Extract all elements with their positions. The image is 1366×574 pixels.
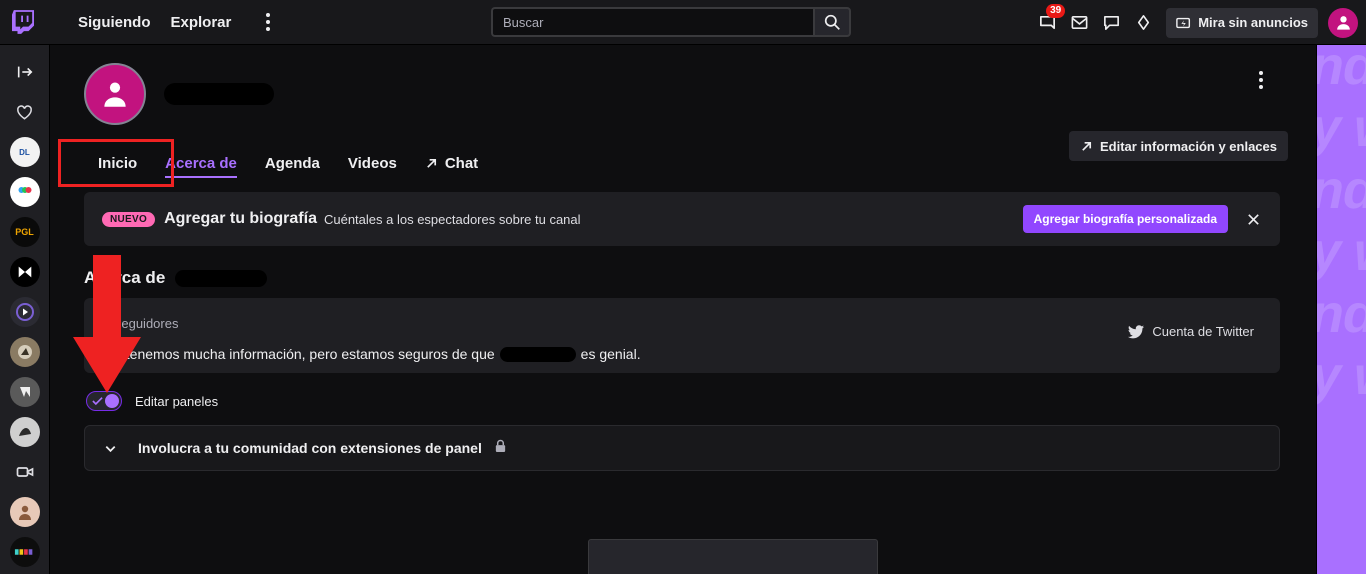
- search-icon[interactable]: [813, 7, 851, 37]
- about-heading: Acerca de: [84, 268, 1280, 288]
- sidebar-channel-avatar-7[interactable]: [9, 377, 40, 407]
- lock-icon: [494, 439, 507, 458]
- notification-badge: 39: [1046, 3, 1066, 18]
- extensions-panel-collapsible[interactable]: Involucra a tu comunidad con extensiones…: [84, 425, 1280, 471]
- about-card: 0 seguidores No tenemos mucha informació…: [84, 298, 1280, 373]
- edit-panels-toggle[interactable]: [86, 391, 122, 411]
- sidebar-channel-avatar-10[interactable]: [9, 537, 40, 567]
- panel-placeholder-box: [588, 539, 878, 574]
- external-link-icon: [427, 158, 436, 168]
- left-sidebar: DL PGL: [0, 45, 50, 574]
- followers-count-row: 0 seguidores: [104, 316, 1260, 331]
- inbox-icon[interactable]: [1064, 8, 1094, 38]
- tab-videos[interactable]: Videos: [334, 147, 411, 184]
- twitter-icon: [1128, 324, 1145, 338]
- profile-more-options-icon[interactable]: [1248, 67, 1274, 93]
- sidebar-channel-avatar-2[interactable]: [9, 177, 40, 207]
- whispers-icon[interactable]: [1096, 8, 1126, 38]
- tab-chat-label: Chat: [444, 155, 479, 172]
- right-purple-panel: nd oly wa nd oly wa nd oly wa: [1316, 45, 1366, 574]
- nav-link-explorar[interactable]: Explorar: [161, 9, 242, 36]
- twitch-channel-page: Siguiendo Explorar 39: [0, 0, 1366, 574]
- sidebar-channel-avatar-4[interactable]: [9, 257, 40, 287]
- add-bio-banner: NUEVO Agregar tu biografía Cuéntales a l…: [84, 192, 1280, 246]
- tab-acerca-de[interactable]: Acerca de: [151, 147, 251, 184]
- sidebar-channel-avatar-5[interactable]: [9, 297, 40, 327]
- profile-username-redacted: [164, 83, 274, 105]
- edit-info-links-button[interactable]: Editar información y enlaces: [1068, 131, 1288, 161]
- bio-banner-title: Agregar tu biografía: [164, 210, 317, 227]
- sidebar-channel-avatar-6[interactable]: [9, 337, 40, 367]
- expand-sidebar-icon[interactable]: [10, 57, 40, 87]
- notifications-icon[interactable]: 39: [1032, 3, 1066, 38]
- top-navigation-bar: Siguiendo Explorar 39: [0, 0, 1366, 45]
- edit-info-label: Editar información y enlaces: [1099, 138, 1277, 154]
- about-description-after: es genial.: [580, 346, 641, 362]
- turbo-ad-free-button[interactable]: Mira sin anuncios: [1166, 7, 1318, 38]
- turbo-icon: [1176, 17, 1191, 28]
- twitter-link-label: Cuenta de Twitter: [1152, 324, 1254, 339]
- nav-more-kebab-icon[interactable]: [253, 7, 283, 37]
- sidebar-channel-avatar-9[interactable]: [9, 497, 40, 527]
- nuevo-badge: NUEVO: [102, 211, 156, 227]
- add-custom-bio-button[interactable]: Agregar biografía personalizada: [1022, 205, 1228, 233]
- main-content: Inicio Acerca de Agenda Videos Chat Edit…: [50, 45, 1316, 574]
- edit-panels-row: Editar paneles: [86, 391, 1280, 411]
- right-panel-text: nd oly wa nd oly wa nd oly wa: [1317, 45, 1366, 407]
- profile-avatar[interactable]: [84, 63, 146, 125]
- tab-inicio[interactable]: Inicio: [84, 147, 151, 184]
- about-section: NUEVO Agregar tu biografía Cuéntales a l…: [50, 192, 1316, 471]
- external-link-icon: [1082, 141, 1092, 151]
- about-description-before: No tenemos mucha información, pero estam…: [104, 346, 495, 362]
- heart-icon[interactable]: [10, 97, 40, 127]
- profile-header: [50, 45, 1316, 125]
- tab-agenda[interactable]: Agenda: [251, 147, 334, 184]
- account-avatar[interactable]: [1328, 7, 1358, 38]
- tab-chat[interactable]: Chat: [411, 147, 492, 184]
- followers-label: seguidores: [114, 316, 179, 331]
- twitch-logo-icon[interactable]: [12, 10, 35, 34]
- followers-count: 0: [104, 316, 112, 331]
- prime-loot-icon[interactable]: [1128, 8, 1158, 38]
- edit-panels-label: Editar paneles: [135, 393, 219, 409]
- about-heading-text: Acerca de: [84, 268, 166, 287]
- search-container: [491, 7, 851, 37]
- sidebar-channel-avatar-3[interactable]: PGL: [9, 217, 40, 247]
- twitter-account-link[interactable]: Cuenta de Twitter: [1128, 324, 1254, 339]
- sidebar-channel-avatar-1[interactable]: DL: [9, 137, 40, 167]
- extensions-panel-title: Involucra a tu comunidad con extensiones…: [138, 440, 482, 456]
- check-icon: [92, 397, 103, 406]
- video-camera-icon[interactable]: [10, 457, 40, 487]
- sidebar-channel-avatar-8[interactable]: [9, 417, 40, 447]
- chevron-down-icon: [105, 445, 116, 452]
- search-input[interactable]: [491, 7, 813, 37]
- about-inline-username-redacted: [499, 346, 576, 362]
- toggle-knob: [105, 394, 119, 408]
- top-right-actions: 39 Mira sin anuncios: [1032, 0, 1358, 45]
- about-description: No tenemos mucha información, pero estam…: [104, 346, 1260, 362]
- bio-banner-subtitle: Cuéntales a los espectadores sobre tu ca…: [323, 211, 581, 227]
- about-username-redacted: [175, 269, 268, 287]
- nav-link-siguiendo[interactable]: Siguiendo: [68, 9, 161, 36]
- close-icon[interactable]: [1240, 206, 1266, 232]
- turbo-label: Mira sin anuncios: [1198, 15, 1308, 30]
- channel-tabs: Inicio Acerca de Agenda Videos Chat Edit…: [50, 131, 1316, 187]
